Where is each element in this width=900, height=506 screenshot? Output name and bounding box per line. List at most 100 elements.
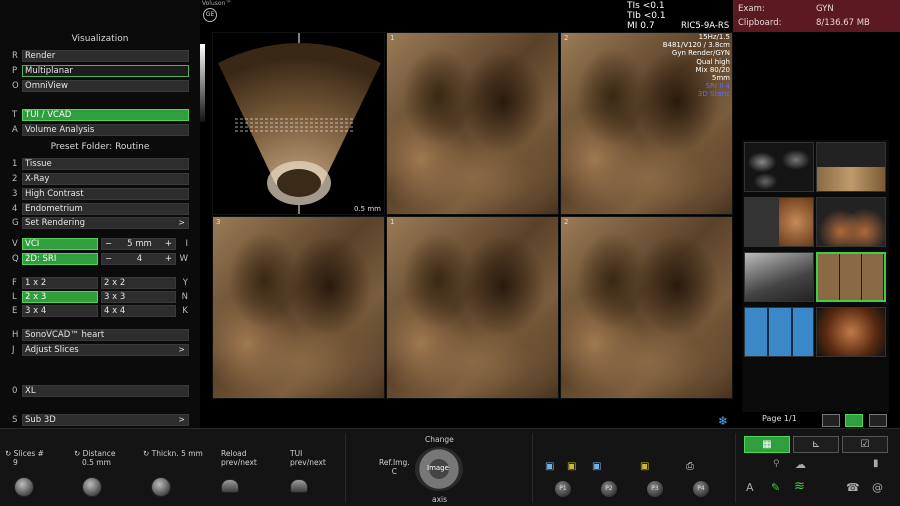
printer-icon[interactable]: ⎙: [686, 461, 694, 472]
slice-panel-1[interactable]: 1: [386, 32, 559, 215]
slice-panel-2[interactable]: 2 15Hz/1.5 B481/V120 / 3.8cm Gyn Render/…: [560, 32, 733, 215]
p4-button[interactable]: P4: [693, 481, 709, 497]
row-sonovcad: H SonoVCAD™ heart: [0, 329, 200, 342]
slice-panel-4[interactable]: 1: [386, 216, 559, 399]
tui-vcad-button[interactable]: TUI / VCAD: [22, 109, 189, 121]
thumbnail[interactable]: [744, 197, 814, 247]
p2-button[interactable]: P2: [601, 481, 617, 497]
ge-logo-icon: GE: [203, 8, 217, 22]
refresh-icon: ↻: [74, 449, 83, 458]
layout-2x3-button[interactable]: 2 x 3: [22, 291, 98, 303]
floppy-icon[interactable]: ▣: [567, 461, 576, 472]
slice-panel-3[interactable]: 3: [212, 216, 385, 399]
row-xl: 0 XL: [0, 385, 200, 398]
set-rendering-button[interactable]: Set Rendering >: [22, 217, 189, 229]
layout-1x2-button[interactable]: 1 x 2: [22, 277, 98, 289]
volume-analysis-button[interactable]: Volume Analysis: [22, 124, 189, 136]
distance-knob[interactable]: [82, 477, 102, 497]
change-image-dial[interactable]: Image: [415, 447, 463, 491]
axis-label: axis: [432, 495, 448, 504]
snowflake-icon[interactable]: ❄: [718, 414, 728, 428]
preset-tissue-button[interactable]: Tissue: [22, 158, 189, 170]
plus-icon[interactable]: +: [165, 239, 172, 249]
refresh-icon: ↻: [143, 449, 152, 458]
tui-rocker[interactable]: [290, 479, 308, 493]
chevron-right-icon: >: [178, 218, 185, 227]
layout-3-icon[interactable]: [869, 414, 887, 427]
phone-icon[interactable]: ☎: [846, 481, 860, 494]
at-icon[interactable]: @: [872, 481, 883, 494]
distance-control: ↻ Distance 0.5 mm: [74, 449, 115, 467]
sri-button[interactable]: 2D: SRI: [22, 253, 98, 265]
multiplanar-button[interactable]: Multiplanar: [22, 65, 189, 77]
tib-value: TIb <0.1: [627, 11, 666, 21]
thumbnail-strip: [742, 140, 889, 412]
layout-4x4-button[interactable]: 4 x 4: [101, 305, 176, 317]
checkbox-icon[interactable]: ☑: [842, 436, 888, 453]
sub-3d-button[interactable]: Sub 3D >: [22, 414, 189, 426]
grid-icon[interactable]: ▦: [744, 436, 790, 453]
floppy-icon[interactable]: ▣: [592, 461, 601, 472]
thumbnail[interactable]: [816, 307, 886, 357]
preset-endometrium-button[interactable]: Endometrium: [22, 203, 189, 215]
omniview-button[interactable]: OmniView: [22, 80, 189, 92]
thumbnail-selected[interactable]: [816, 252, 886, 302]
thumbnail[interactable]: [816, 142, 886, 192]
thumbnail[interactable]: [744, 307, 814, 357]
exam-label: Exam:: [738, 4, 765, 14]
floppy-icon[interactable]: ▣: [640, 461, 649, 472]
row-layout-2: L 2 x 3 3 x 3 N: [0, 291, 200, 304]
probe-name: RIC5-9A-RS: [681, 21, 730, 31]
key-label: P: [12, 66, 18, 76]
pen-icon[interactable]: ✎: [771, 481, 780, 494]
thumbnail[interactable]: [816, 197, 886, 247]
key-label: Y: [182, 278, 188, 288]
key-label: 3: [12, 189, 18, 199]
layout-3x4-button[interactable]: 3 x 4: [22, 305, 98, 317]
chevron-right-icon: >: [178, 415, 185, 424]
text-a-icon[interactable]: A: [746, 481, 754, 494]
p3-button[interactable]: P3: [647, 481, 663, 497]
divider: [532, 433, 533, 503]
layout-3x3-button[interactable]: 3 x 3: [101, 291, 176, 303]
adjust-slices-button[interactable]: Adjust Slices >: [22, 344, 189, 356]
row-vci: V VCI − 5 mm + I: [0, 238, 200, 251]
page-indicator: Page 1/1: [762, 414, 797, 423]
layout-2x2-button[interactable]: 2 x 2: [101, 277, 176, 289]
vci-stepper[interactable]: − 5 mm +: [101, 238, 176, 250]
thumbnail[interactable]: [744, 142, 814, 192]
slices-label: Slices #: [13, 449, 44, 458]
fan-image-panel[interactable]: 0.5 mm: [212, 32, 385, 215]
plus-icon[interactable]: +: [165, 254, 172, 264]
p1-button[interactable]: P1: [555, 481, 571, 497]
thickness-knob[interactable]: [151, 477, 171, 497]
reload-sub: prev/next: [221, 458, 257, 467]
key-label: K: [182, 306, 188, 316]
chart-icon[interactable]: ⊾: [793, 436, 839, 453]
xl-button[interactable]: XL: [22, 385, 189, 397]
slice-number: 2: [564, 34, 569, 42]
minus-icon[interactable]: −: [105, 254, 112, 264]
render-button[interactable]: Render: [22, 50, 189, 62]
reload-rocker[interactable]: [221, 479, 239, 493]
param: 5mm: [711, 74, 730, 83]
slices-knob[interactable]: [14, 477, 34, 497]
sri-stepper[interactable]: − 4 +: [101, 253, 176, 265]
adjust-slices-label: Adjust Slices: [25, 345, 79, 355]
preset-high-contrast-button[interactable]: High Contrast: [22, 188, 189, 200]
thumbnail[interactable]: [744, 252, 814, 302]
battery-icon: ▮: [873, 458, 879, 469]
vci-button[interactable]: VCI: [22, 238, 98, 250]
param: Mix 80/20: [695, 65, 730, 74]
sonovcad-heart-button[interactable]: SonoVCAD™ heart: [22, 329, 189, 341]
minus-icon[interactable]: −: [105, 239, 112, 249]
row-adjust-slices: J Adjust Slices >: [0, 344, 200, 357]
layout-1-icon[interactable]: [822, 414, 840, 427]
floppy-icon[interactable]: ▣: [545, 461, 554, 472]
preset-xray-button[interactable]: X-Ray: [22, 173, 189, 185]
clipboard-label: Clipboard:: [738, 18, 782, 28]
layout-2-icon[interactable]: [845, 414, 863, 427]
divider: [735, 433, 736, 503]
slice-panel-5[interactable]: 2: [560, 216, 733, 399]
vci-value: 5 mm: [127, 239, 152, 249]
